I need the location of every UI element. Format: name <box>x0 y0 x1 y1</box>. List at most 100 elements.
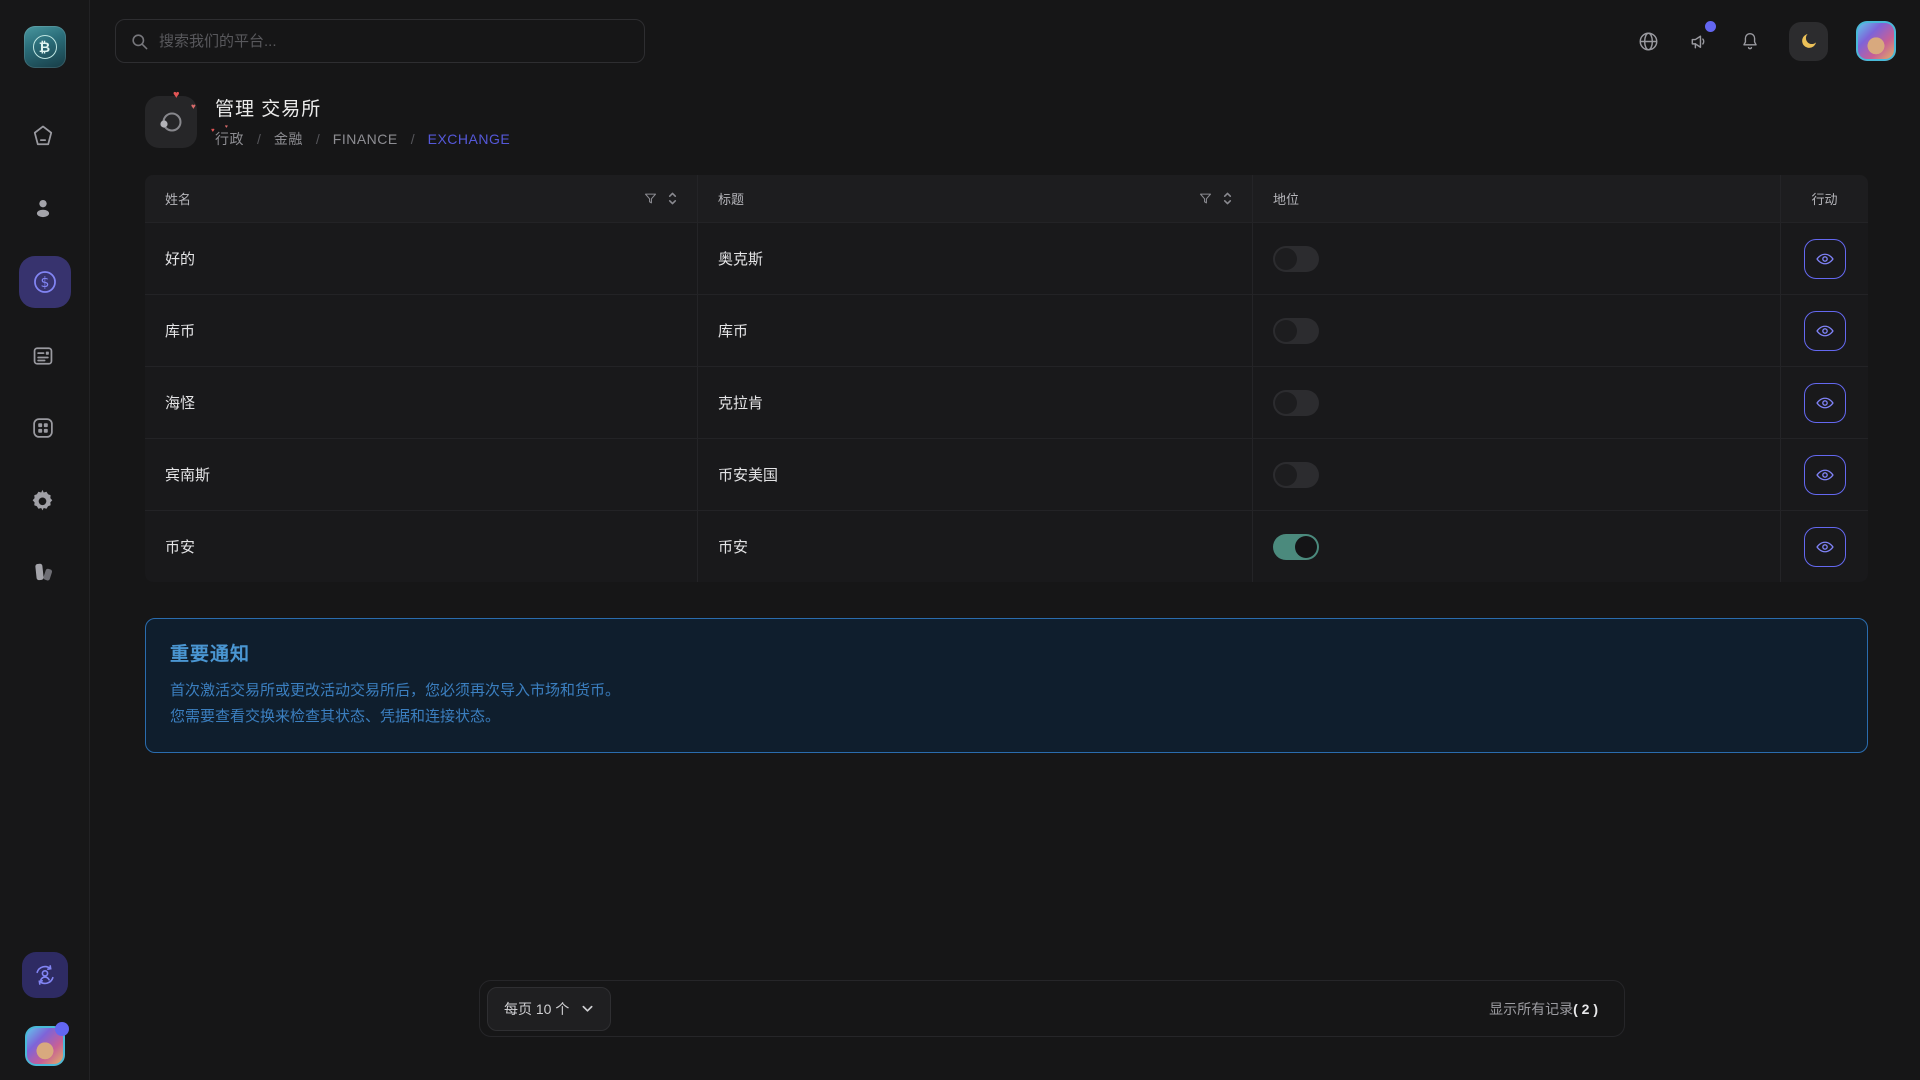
user-switch-button[interactable] <box>22 952 68 998</box>
sidebar-nav: $ <box>19 112 71 596</box>
notice-title: 重要通知 <box>170 639 1843 666</box>
breadcrumb-separator: / <box>316 131 320 147</box>
topbar-user-avatar[interactable] <box>1856 21 1896 61</box>
breadcrumb-item[interactable]: 行政 <box>215 129 244 149</box>
sort-icon[interactable] <box>1221 191 1234 206</box>
announcement-badge-dot <box>1705 21 1716 32</box>
page-content: ♥ ♥ ♥ ♥ 管理 交易所 行政 / 金融 / FINANCE / EXCHA… <box>90 94 1920 753</box>
view-exchange-button[interactable] <box>1804 383 1846 423</box>
view-exchange-button[interactable] <box>1804 311 1846 351</box>
toggle-knob <box>1275 392 1297 414</box>
user-switch-icon <box>32 962 58 988</box>
breadcrumb: 行政 / 金融 / FINANCE / EXCHANGE <box>215 129 510 149</box>
summary-label: 显示所有记录 <box>1489 1001 1573 1017</box>
exchange-title: 奥克斯 <box>698 223 1253 294</box>
eye-icon <box>1815 393 1835 413</box>
eye-icon <box>1815 465 1835 485</box>
table-row: 库币 库币 <box>145 294 1868 366</box>
exchange-title: 克拉肯 <box>698 367 1253 438</box>
filter-icon[interactable] <box>643 191 658 206</box>
table-row: 海怪 克拉肯 <box>145 366 1868 438</box>
svg-text:$: $ <box>40 275 49 291</box>
sort-icon[interactable] <box>666 191 679 206</box>
breadcrumb-separator: / <box>257 131 261 147</box>
breadcrumb-separator: / <box>411 131 415 147</box>
globe-icon <box>1637 30 1660 53</box>
notifications-button[interactable] <box>1739 30 1761 52</box>
eye-icon <box>1815 249 1835 269</box>
sidebar-item-apps[interactable] <box>19 404 67 452</box>
table-row: 好的 奥克斯 <box>145 222 1868 294</box>
sidebar-item-finance[interactable]: $ <box>19 256 71 308</box>
exchange-name: 库币 <box>145 295 698 366</box>
exchange-name: 海怪 <box>145 367 698 438</box>
filter-icon[interactable] <box>1198 191 1213 206</box>
theme-toggle-button[interactable] <box>1789 22 1828 61</box>
sidebar-bottom <box>22 952 68 1066</box>
table-row: 币安 币安 <box>145 510 1868 582</box>
status-toggle[interactable] <box>1273 462 1319 488</box>
exchange-title: 币安美国 <box>698 439 1253 510</box>
language-button[interactable] <box>1637 30 1660 53</box>
topbar <box>90 0 1920 82</box>
view-exchange-button[interactable] <box>1804 455 1846 495</box>
toggle-knob <box>1275 464 1297 486</box>
exchange-title: 库币 <box>698 295 1253 366</box>
view-exchange-button[interactable] <box>1804 527 1846 567</box>
per-page-select[interactable]: 每页 10 个 <box>487 987 611 1031</box>
column-header-actions: 行动 <box>1781 175 1868 222</box>
table-body: 好的 奥克斯 库币 库币 海 <box>145 222 1868 582</box>
sidebar-item-invoices[interactable] <box>19 332 67 380</box>
important-notice: 重要通知 首次激活交易所或更改活动交易所后，您必须再次导入市场和货币。 您需要查… <box>145 618 1868 753</box>
column-label: 地位 <box>1273 189 1299 208</box>
sidebar-item-home[interactable] <box>19 112 67 160</box>
announcements-button[interactable] <box>1688 30 1711 53</box>
column-header-status: 地位 <box>1253 175 1781 222</box>
exchange-name: 好的 <box>145 223 698 294</box>
page-title: 管理 交易所 <box>215 94 510 121</box>
view-exchange-button[interactable] <box>1804 239 1846 279</box>
column-header-name: 姓名 <box>145 175 698 222</box>
toggle-knob <box>1275 248 1297 270</box>
breadcrumb-item[interactable]: 金融 <box>274 129 303 149</box>
column-label: 行动 <box>1811 189 1837 208</box>
eye-icon <box>1815 321 1835 341</box>
table-row: 宾南斯 币安美国 <box>145 438 1868 510</box>
page-icon: ♥ ♥ ♥ ♥ <box>145 96 197 148</box>
summary-count: ( 2 ) <box>1573 1001 1598 1017</box>
per-page-label: 每页 10 个 <box>504 999 569 1019</box>
moon-icon <box>1799 31 1819 51</box>
pagination-bar: 每页 10 个 显示所有记录( 2 ) <box>479 980 1625 1037</box>
heart-particle: ♥ <box>191 103 196 111</box>
sidebar-profile-avatar[interactable] <box>25 1026 65 1066</box>
status-toggle[interactable] <box>1273 246 1319 272</box>
status-toggle[interactable] <box>1273 534 1319 560</box>
user-icon <box>30 195 56 221</box>
announcement-icon <box>1688 30 1711 53</box>
breadcrumb-item[interactable]: FINANCE <box>333 131 398 147</box>
search-icon <box>130 32 149 51</box>
status-toggle[interactable] <box>1273 390 1319 416</box>
page-header: ♥ ♥ ♥ ♥ 管理 交易所 行政 / 金融 / FINANCE / EXCHA… <box>145 94 1868 149</box>
chevron-down-icon <box>581 1002 594 1015</box>
sidebar-item-branding[interactable] <box>19 548 67 596</box>
sidebar-item-users[interactable] <box>19 184 67 232</box>
search-input[interactable] <box>159 33 630 50</box>
notice-line: 您需要查看交换来检查其状态、凭据和连接状态。 <box>170 704 1843 730</box>
heart-particle: ♥ <box>173 90 180 101</box>
apps-grid-icon <box>30 415 56 441</box>
invoice-icon <box>30 343 56 369</box>
status-toggle[interactable] <box>1273 318 1319 344</box>
eye-icon <box>1815 537 1835 557</box>
column-header-title: 标题 <box>698 175 1253 222</box>
search-box[interactable] <box>115 19 645 63</box>
records-summary: 显示所有记录( 2 ) <box>1489 999 1598 1019</box>
sidebar-item-settings[interactable] <box>19 476 67 524</box>
main-area: ♥ ♥ ♥ ♥ 管理 交易所 行政 / 金融 / FINANCE / EXCHA… <box>90 0 1920 753</box>
dollar-icon: $ <box>31 268 59 296</box>
app-logo[interactable]: ₿ <box>24 26 66 68</box>
home-icon <box>30 123 56 149</box>
bitcoin-logo-icon: ₿ <box>33 35 57 59</box>
column-label: 标题 <box>718 189 744 208</box>
notification-dot <box>55 1022 69 1036</box>
